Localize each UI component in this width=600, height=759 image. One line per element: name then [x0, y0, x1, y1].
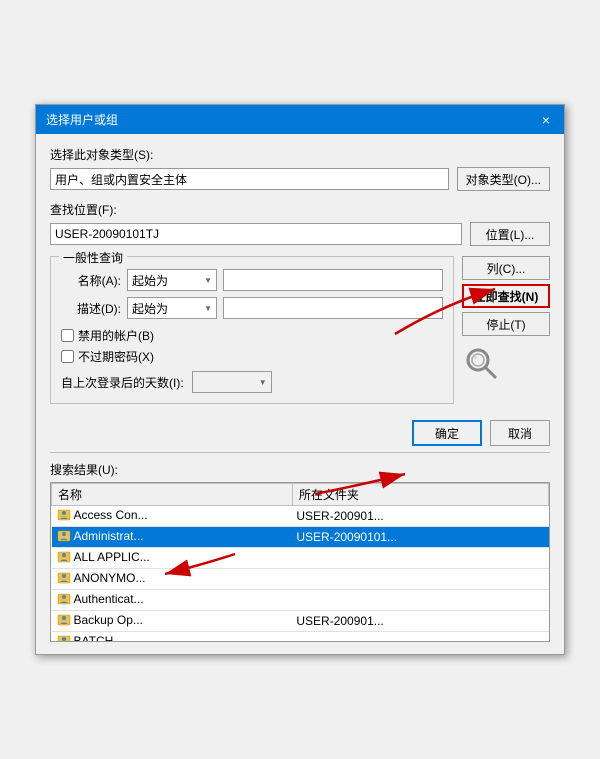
row-folder — [292, 590, 548, 611]
ok-button[interactable]: 确定 — [412, 420, 482, 446]
row-name: Authenticat... — [52, 590, 293, 611]
days-combo[interactable]: ▼ — [192, 371, 272, 393]
row-name: BATCH — [52, 632, 293, 643]
desc-label: 描述(D): — [61, 300, 121, 317]
row-name: Access Con... — [52, 506, 293, 527]
row-name: ALL APPLIC... — [52, 548, 293, 569]
search-now-button[interactable]: 立即查找(N) — [462, 284, 550, 308]
results-section: 搜索结果(U): 名称 所在文件夹 Access Con...USER-2009… — [50, 452, 550, 642]
days-label: 自上次登录后的天数(I): — [61, 374, 184, 391]
no-expire-password-label: 不过期密码(X) — [78, 348, 154, 365]
cancel-button[interactable]: 取消 — [490, 420, 550, 446]
list-columns-button[interactable]: 列(C)... — [462, 256, 550, 280]
name-combo-arrow: ▼ — [204, 276, 212, 285]
group-box-title: 一般性查询 — [59, 249, 127, 266]
row-name: ANONYMO... — [52, 569, 293, 590]
name-input[interactable] — [223, 269, 443, 291]
col-name-header: 名称 — [52, 484, 293, 506]
location-label: 查找位置(F): — [50, 201, 550, 218]
table-row[interactable]: BATCH — [52, 632, 549, 643]
results-label: 搜索结果(U): — [50, 461, 550, 478]
row-folder: USER-200901... — [292, 611, 548, 632]
name-combo[interactable]: 起始为 ▼ — [127, 269, 217, 291]
col-folder-header: 所在文件夹 — [292, 484, 548, 506]
title-bar: 选择用户或组 × — [36, 105, 564, 134]
desc-combo-value: 起始为 — [132, 300, 168, 317]
select-user-dialog: 选择用户或组 × 选择此对象类型(S): 对象类型(O)... 查找位置(F):… — [35, 104, 565, 655]
results-container[interactable]: 名称 所在文件夹 Access Con...USER-200901...Admi… — [50, 482, 550, 642]
object-type-button[interactable]: 对象类型(O)... — [457, 167, 550, 191]
general-query-group: 一般性查询 名称(A): 起始为 ▼ 描述(D): — [50, 256, 454, 404]
disabled-account-checkbox[interactable] — [61, 329, 74, 342]
row-folder: USER-20090101... — [292, 527, 548, 548]
desc-input[interactable] — [223, 297, 443, 319]
name-label: 名称(A): — [61, 272, 121, 289]
table-row[interactable]: Access Con...USER-200901... — [52, 506, 549, 527]
table-row[interactable]: Authenticat... — [52, 590, 549, 611]
results-table: 名称 所在文件夹 Access Con...USER-200901...Admi… — [51, 483, 549, 642]
table-row[interactable]: Backup Op...USER-200901... — [52, 611, 549, 632]
close-button[interactable]: × — [538, 112, 554, 128]
object-type-label: 选择此对象类型(S): — [50, 146, 550, 163]
table-row[interactable]: Administrat...USER-20090101... — [52, 527, 549, 548]
row-folder — [292, 632, 548, 643]
magnifier-icon — [464, 346, 500, 382]
stop-button[interactable]: 停止(T) — [462, 312, 550, 336]
row-folder — [292, 569, 548, 590]
row-folder — [292, 548, 548, 569]
search-icon-area — [462, 344, 502, 384]
name-combo-value: 起始为 — [132, 272, 168, 289]
days-combo-arrow: ▼ — [259, 378, 267, 387]
row-name: Administrat... — [52, 527, 293, 548]
table-row[interactable]: ANONYMO... — [52, 569, 549, 590]
desc-combo-arrow: ▼ — [204, 304, 212, 313]
location-button[interactable]: 位置(L)... — [470, 222, 550, 246]
disabled-account-label: 禁用的帐户(B) — [78, 327, 154, 344]
table-row[interactable]: ALL APPLIC... — [52, 548, 549, 569]
no-expire-password-checkbox[interactable] — [61, 350, 74, 363]
row-folder: USER-200901... — [292, 506, 548, 527]
location-field[interactable] — [50, 223, 462, 245]
row-name: Backup Op... — [52, 611, 293, 632]
desc-combo[interactable]: 起始为 ▼ — [127, 297, 217, 319]
dialog-title: 选择用户或组 — [46, 111, 118, 128]
object-type-field[interactable] — [50, 168, 449, 190]
